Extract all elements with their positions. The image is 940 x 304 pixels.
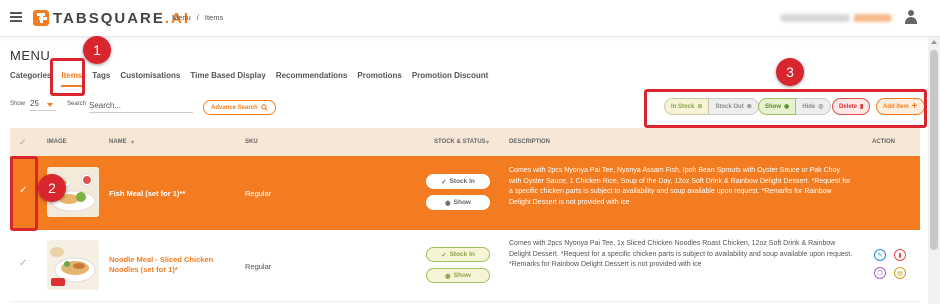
stock-in-label: Stock In — [449, 251, 475, 258]
annotation-2: 2 — [38, 174, 66, 202]
item-description: Comes with 2pcs Nyonya Pai Tee, 1x Slice… — [509, 240, 853, 268]
advance-search-button[interactable]: Advance Search — [203, 100, 276, 115]
show-status-label: Show — [453, 272, 471, 279]
select-all-check-icon[interactable]: ✓ — [19, 137, 27, 148]
table-row[interactable]: ✓ Fish Meal (set for 1)** Regular ✓ Stock… — [10, 156, 920, 230]
show-label: Show — [10, 101, 26, 107]
logo-mark-icon — [33, 10, 49, 26]
page-title: MENU — [10, 48, 51, 63]
search-input[interactable] — [89, 98, 193, 113]
top-bar: TABSQUARE.AI Menu / Items — [0, 0, 940, 37]
search-icon — [260, 104, 268, 111]
stock-in-button[interactable]: ✓ Stock In — [426, 174, 490, 189]
check-circle-icon: ✓ — [441, 251, 447, 259]
caret-down-icon[interactable] — [47, 103, 53, 107]
tab-time-based-display[interactable]: Time Based Display — [190, 71, 265, 87]
scroll-up-arrow-icon[interactable] — [931, 40, 937, 44]
column-image: IMAGE — [47, 139, 67, 145]
column-description: DESCRIPTION — [509, 139, 551, 145]
tab-recommendations[interactable]: Recommendations — [276, 71, 348, 87]
breadcrumb-separator: / — [196, 13, 199, 22]
breadcrumb-menu[interactable]: Menu — [172, 13, 191, 22]
item-name: Noodle Meal - Sliced Chicken Noodles (se… — [109, 255, 214, 274]
view-icon[interactable]: ▤ — [894, 267, 906, 279]
scrollbar-thumb[interactable] — [930, 50, 938, 250]
annotation-3: 3 — [776, 58, 804, 86]
row-check-icon[interactable]: ✓ — [19, 258, 27, 269]
annotation-box-1 — [50, 58, 85, 96]
edit-icon[interactable]: ✎ — [874, 249, 886, 261]
table-row[interactable]: ✓ Noodle Meal - Sliced Chicken Noodles (… — [10, 230, 920, 302]
column-sku: SKU — [245, 139, 258, 145]
show-status-button[interactable]: ◉ Show — [426, 195, 490, 210]
check-circle-icon: ✓ — [441, 178, 447, 186]
advance-search-label: Advance Search — [211, 104, 258, 111]
annotation-box-3 — [644, 89, 927, 128]
sort-caret-icon[interactable]: ▾ — [486, 139, 489, 146]
logo-text: TABSQUARE — [53, 9, 165, 27]
column-name[interactable]: NAME — [109, 139, 127, 145]
column-action: ACTION — [872, 139, 895, 145]
tab-customisations[interactable]: Customisations — [120, 71, 180, 87]
search-label: Search — [67, 101, 87, 107]
breadcrumb: Menu / Items — [172, 13, 223, 22]
eye-icon: ◉ — [444, 272, 451, 280]
copy-icon[interactable]: ❐ — [874, 267, 886, 279]
menu-icon[interactable] — [10, 12, 22, 22]
table-header: ✓ IMAGE NAME ▾ SKU STOCK & STATUS ▾ DESC… — [10, 128, 920, 156]
tab-categories[interactable]: Categories — [10, 71, 51, 87]
item-description: Comes with 2pcs Nyonya Pai Tee, Nyonya A… — [509, 167, 851, 206]
logo[interactable]: TABSQUARE.AI — [33, 8, 190, 28]
annotation-box-2 — [10, 156, 38, 231]
tab-promotion-discount[interactable]: Promotion Discount — [412, 71, 488, 87]
show-status-label: Show — [453, 199, 471, 206]
stock-in-label: Stock In — [449, 178, 475, 185]
stock-in-button[interactable]: ✓ Stock In — [426, 247, 490, 262]
delete-icon[interactable]: ▮ — [894, 249, 906, 261]
user-icon[interactable] — [904, 10, 918, 24]
item-sku: Regular — [245, 262, 272, 271]
sort-caret-icon[interactable]: ▾ — [131, 139, 134, 146]
noodle-meal-image — [47, 240, 99, 290]
item-sku: Regular — [245, 189, 272, 198]
column-stock-status[interactable]: STOCK & STATUS — [434, 139, 486, 145]
user-info-blurred — [780, 14, 892, 22]
tab-tags[interactable]: Tags — [92, 71, 110, 87]
tab-promotions[interactable]: Promotions — [357, 71, 401, 87]
item-name: Fish Meal (set for 1)** — [109, 189, 186, 198]
show-status-button[interactable]: ◉ Show — [426, 268, 490, 283]
annotation-1: 1 — [83, 36, 111, 64]
eye-icon: ◉ — [444, 199, 451, 207]
breadcrumb-items: Items — [204, 13, 224, 22]
item-image — [47, 240, 99, 290]
